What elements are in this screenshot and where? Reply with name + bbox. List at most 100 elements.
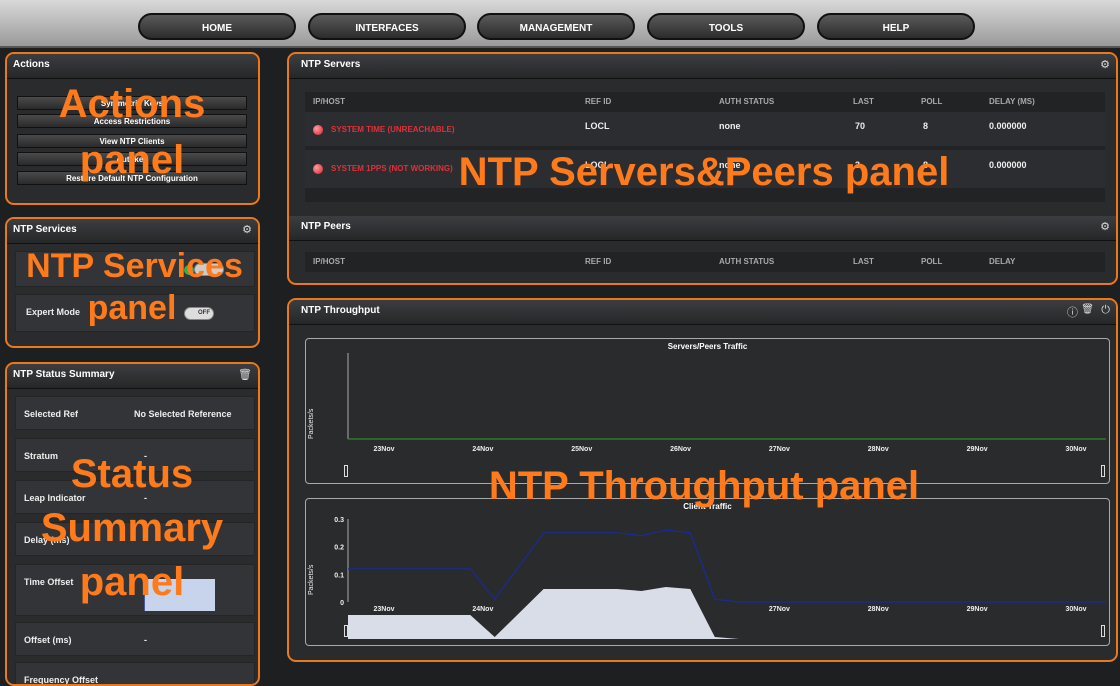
col-ip-host: IP/HOST [313, 257, 346, 266]
autokey-button[interactable]: Autokey [17, 152, 247, 166]
x-tick-label: 24Nov [472, 606, 493, 613]
x-tick-label: 30Nov [1065, 606, 1086, 613]
status-row: Stratum - [15, 438, 255, 472]
server-last: 3 [855, 160, 861, 170]
green-status-indicator [184, 265, 194, 275]
status-title: NTP Status Summary [13, 369, 115, 380]
nav-home[interactable]: HOME [138, 13, 296, 40]
ntp-throughput-panel: NTP Throughput ⓘ 🗑 ⏻ Servers/Peers Traff… [287, 298, 1118, 662]
col-ref-id: REF ID [585, 97, 612, 106]
x-tick-label: 28Nov [868, 606, 889, 613]
actions-panel: Actions Symmetric Keys Access Restrictio… [5, 52, 260, 205]
status-row: Offset (ms) - [15, 622, 255, 656]
x-tick-label: 28Nov [868, 446, 889, 453]
time-offset-graph [144, 579, 215, 611]
x-tick-label: 23Nov [373, 446, 394, 453]
status-row: Leap Indicator - [15, 480, 255, 514]
info-icon[interactable]: ⓘ [1067, 304, 1078, 320]
range-handle-left[interactable] [344, 625, 348, 637]
status-row-label: Frequency Offset [24, 675, 99, 685]
ntp-status-summary-panel: NTP Status Summary 🗑 Selected Ref No Sel… [5, 362, 260, 686]
view-ntp-clients-button[interactable]: View NTP Clients [17, 134, 247, 148]
server-last: 70 [855, 121, 866, 131]
col-auth-status: AUTH STATUS [719, 257, 775, 266]
client-traffic-chart-svg: 23Nov24Nov25Nov26Nov27Nov28Nov29Nov30Nov… [334, 517, 1106, 639]
status-row-label: Time Offset [24, 577, 74, 587]
status-row-value: - [144, 493, 147, 503]
status-row: Time Offset [15, 564, 255, 616]
x-tick-label: 23Nov [373, 606, 394, 613]
status-row: Frequency Offset [15, 662, 255, 685]
client-traffic-chart: Client Traffic Packets/s 23Nov24Nov25Nov… [305, 498, 1110, 646]
trash-icon[interactable]: 🗑 [1081, 304, 1094, 315]
gear-icon[interactable]: ⚙ [242, 223, 252, 236]
services-header: NTP Services ⚙ [7, 219, 258, 244]
col-last: LAST [853, 257, 874, 266]
gear-icon[interactable]: ⚙ [1100, 220, 1110, 233]
server-poll: 8 [923, 160, 929, 170]
y-tick-label: 0.1 [334, 572, 344, 579]
actions-header: Actions [7, 54, 258, 79]
throughput-title: NTP Throughput [301, 305, 380, 316]
col-delay: DELAY [989, 257, 1016, 266]
trash-icon[interactable]: 🗑 [238, 368, 252, 381]
servers-peers-chart: Servers/Peers Traffic Packets/s 23Nov 24N… [305, 338, 1110, 484]
server-delay: 0.000000 [989, 121, 1027, 131]
throughput-header: NTP Throughput ⓘ 🗑 ⏻ [289, 300, 1116, 325]
range-handle-right[interactable] [1101, 625, 1105, 637]
x-tick-label: 30Nov [1065, 446, 1086, 453]
expert-mode-toggle[interactable]: OFF [184, 307, 214, 320]
ntp-service-toggle[interactable] [194, 263, 224, 276]
range-handle-left[interactable] [344, 465, 348, 477]
power-icon[interactable]: ⏻ [1101, 304, 1110, 317]
table-row[interactable]: SYSTEM 1PPS (NOT WORKING) LOCL none 3 8 … [305, 150, 1105, 188]
peers-header: NTP Peers ⚙ [289, 216, 1116, 241]
top-nav-bar: HOME INTERFACES MANAGEMENT TOOLS HELP [0, 0, 1120, 48]
server-refid: LOCL [585, 121, 610, 131]
x-tick-label: 29Nov [967, 446, 988, 453]
ntp-service-row [15, 251, 255, 287]
server-refid: LOCL [585, 160, 610, 170]
series-line [348, 529, 1106, 603]
col-auth-status: AUTH STATUS [719, 97, 775, 106]
status-row: Selected Ref No Selected Reference [15, 396, 255, 430]
ntp-services-panel: NTP Services ⚙ Expert Mode OFF NTP Servi… [5, 217, 260, 348]
nav-interfaces[interactable]: INTERFACES [308, 13, 466, 40]
servers-table: IP/HOST REF ID AUTH STATUS LAST POLL DEL… [305, 92, 1105, 202]
table-row[interactable]: SYSTEM TIME (UNREACHABLE) LOCL none 70 8… [305, 112, 1105, 146]
actions-title: Actions [13, 59, 50, 70]
server-poll: 8 [923, 121, 929, 131]
status-row: Delay (ms) [15, 522, 255, 556]
restore-default-button[interactable]: Restore Default NTP Configuration [17, 171, 247, 185]
x-tick-label: 29Nov [967, 606, 988, 613]
nav-help[interactable]: HELP [817, 13, 975, 40]
status-dot-icon [313, 164, 323, 174]
range-handle-right[interactable] [1101, 465, 1105, 477]
expert-mode-row: Expert Mode OFF [15, 294, 255, 332]
peers-table: IP/HOST REF ID AUTH STATUS LAST POLL DEL… [305, 252, 1105, 272]
services-title: NTP Services [13, 224, 77, 235]
nav-tools[interactable]: TOOLS [647, 13, 805, 40]
access-restrictions-button[interactable]: Access Restrictions [17, 114, 247, 128]
servers-header: NTP Servers ⚙ [289, 54, 1116, 79]
symmetric-keys-button[interactable]: Symmetric Keys [17, 96, 247, 110]
server-delay: 0.000000 [989, 160, 1027, 170]
navigator-area [348, 587, 1106, 639]
status-row-label: Delay (ms) [24, 535, 70, 545]
gear-icon[interactable]: ⚙ [1100, 58, 1110, 71]
peers-title: NTP Peers [301, 221, 351, 232]
expert-mode-label: Expert Mode [26, 307, 81, 317]
x-tick-label: 27Nov [769, 606, 790, 613]
x-tick-label: 27Nov [769, 446, 790, 453]
server-auth: none [719, 160, 741, 170]
col-ip-host: IP/HOST [313, 97, 346, 106]
servers-peers-chart-svg: 23Nov 24Nov 25Nov 26Nov 27Nov 28Nov 29Nov 30Nov [347, 353, 1106, 453]
y-tick-label: 0.2 [334, 545, 344, 552]
col-poll: POLL [921, 97, 943, 106]
status-row-label: Stratum [24, 451, 59, 461]
col-last: LAST [853, 97, 874, 106]
status-dot-icon [313, 125, 323, 135]
nav-management[interactable]: MANAGEMENT [477, 13, 635, 40]
server-host: SYSTEM TIME (UNREACHABLE) [331, 125, 455, 134]
ntp-servers-peers-panel: NTP Servers ⚙ IP/HOST REF ID AUTH STATUS… [287, 52, 1118, 285]
